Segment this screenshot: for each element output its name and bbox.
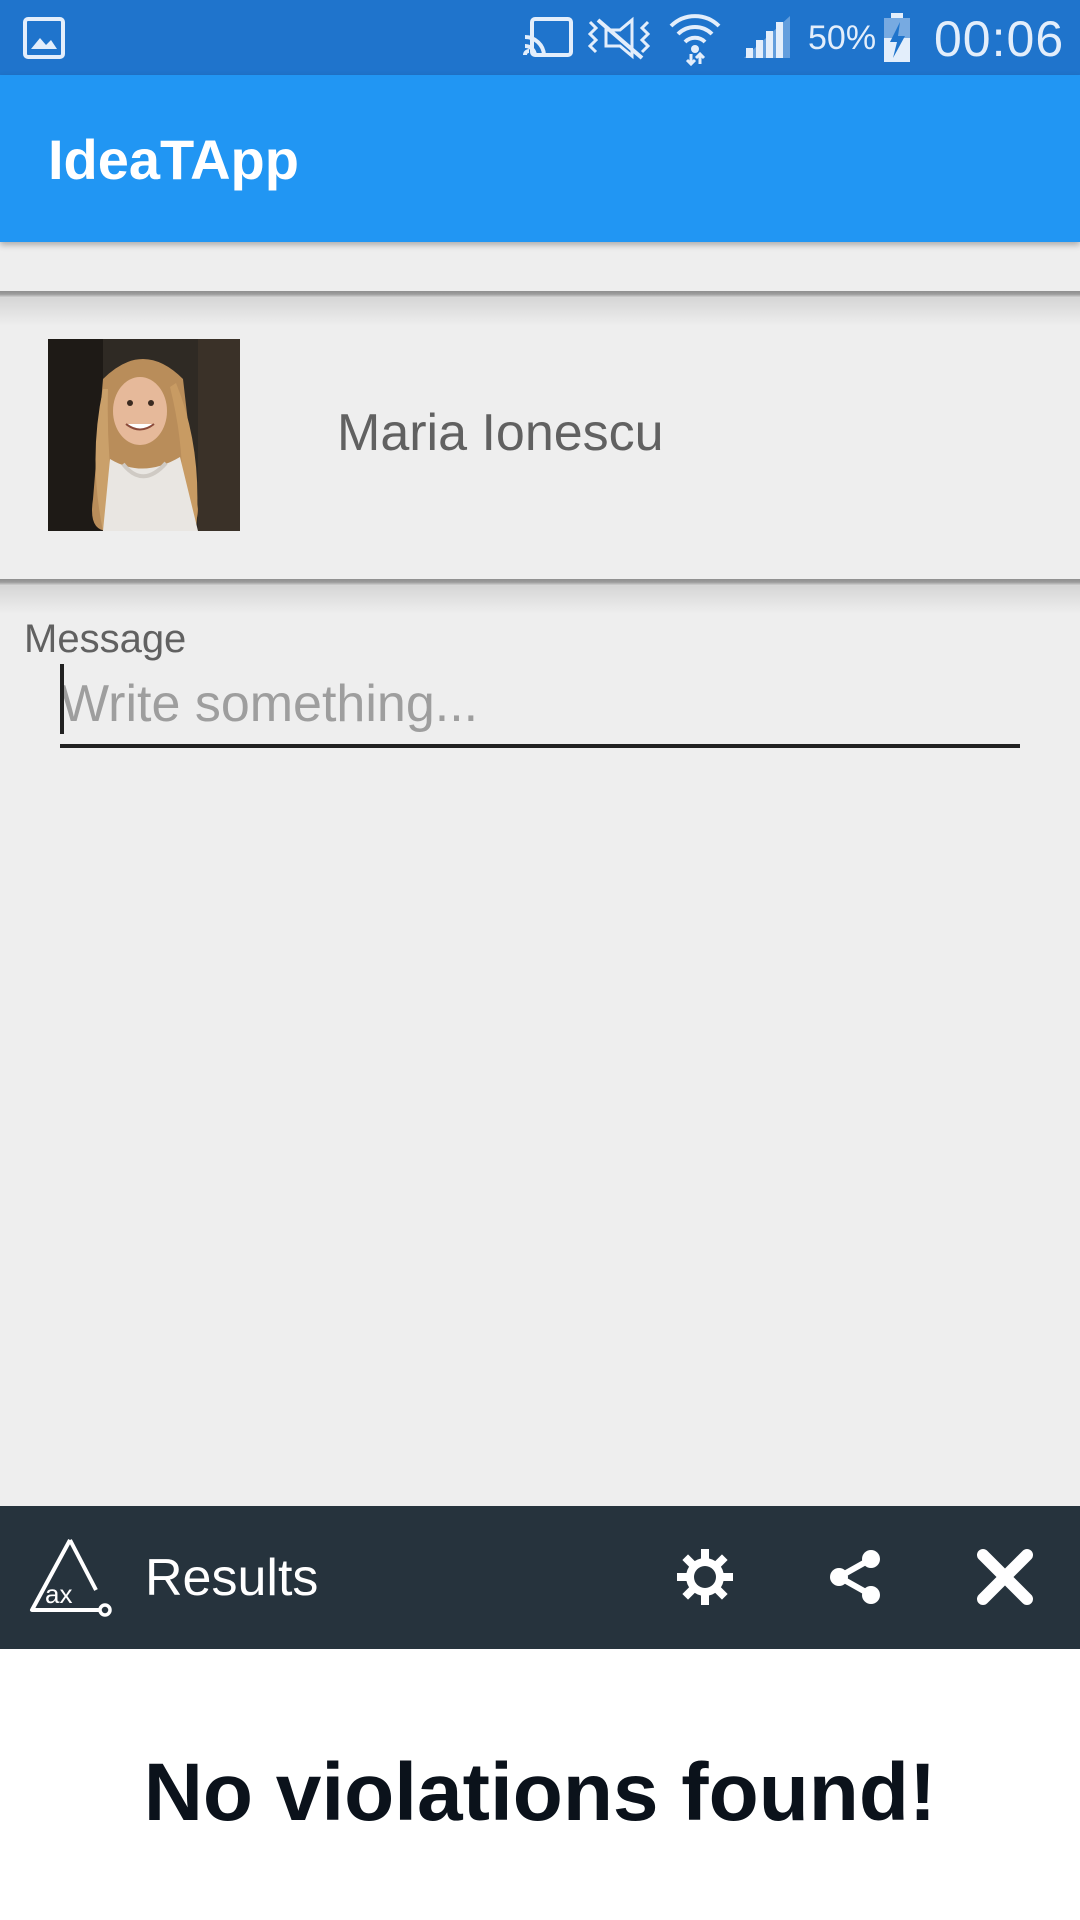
divider-bottom	[0, 579, 1080, 614]
cast-icon	[523, 17, 573, 57]
message-label: Message	[24, 617, 187, 661]
share-icon	[830, 1550, 880, 1604]
contact-name: Maria Ionescu	[337, 404, 664, 462]
settings-icon	[677, 1549, 733, 1605]
battery-charging-icon	[884, 13, 910, 62]
signal-icon	[744, 16, 790, 58]
battery-percent: 50%	[808, 19, 877, 57]
text-cursor	[60, 664, 64, 734]
avatar	[48, 339, 240, 531]
app-bar: IdeaTApp	[0, 75, 1080, 242]
close-button[interactable]	[965, 1537, 1045, 1617]
svg-text:ax: ax	[45, 1579, 72, 1609]
results-bar: ax Results	[0, 1506, 1080, 1649]
results-title: Results	[145, 1549, 319, 1607]
results-panel: No violations found!	[0, 1649, 1080, 1920]
divider-top	[0, 291, 1080, 326]
gallery-icon	[23, 17, 65, 59]
message-input[interactable]	[60, 664, 1020, 748]
vibrate-icon	[587, 16, 651, 60]
share-button[interactable]	[815, 1537, 895, 1617]
no-violations-message: No violations found!	[143, 1747, 937, 1838]
close-icon	[977, 1549, 1033, 1605]
ax-logo-icon: ax	[30, 1539, 112, 1617]
app-title: IdeaTApp	[48, 128, 299, 191]
avatar-photo	[48, 339, 240, 531]
clock: 00:06	[934, 11, 1065, 67]
settings-button[interactable]	[665, 1537, 745, 1617]
wifi-icon	[669, 14, 721, 66]
status-bar: 50% 00:06	[0, 0, 1080, 75]
